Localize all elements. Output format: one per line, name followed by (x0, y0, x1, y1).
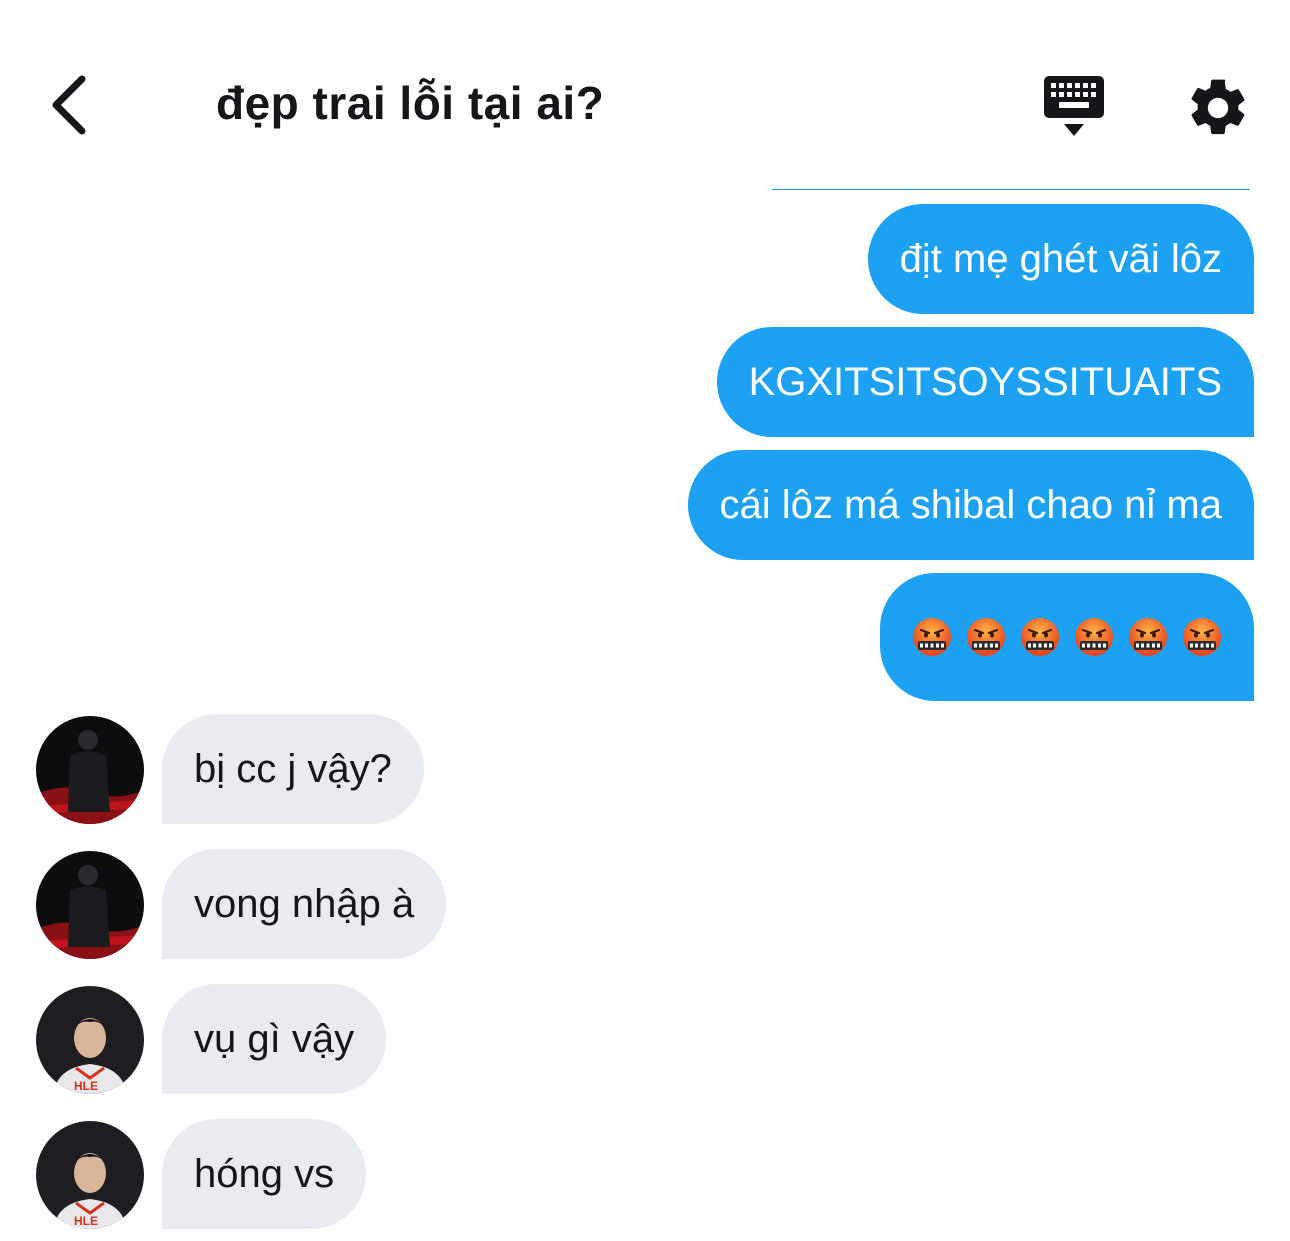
outgoing-message[interactable]: KGXITSITSOYSSITUAITS (716, 327, 1254, 437)
incoming-message[interactable]: bị cc j vậy? (162, 714, 424, 824)
face-with-symbols-on-mouth-icon (1021, 618, 1059, 656)
chat-header: đẹp trai lỗi tại ai? (0, 0, 1290, 190)
incoming-message[interactable]: vụ gì vậy (162, 984, 387, 1094)
keyboard-toggle-button[interactable] (1038, 72, 1110, 144)
message-text: bị cc j vậy? (194, 746, 392, 791)
face-with-symbols-on-mouth-icon (967, 618, 1005, 656)
message-text: vụ gì vậy (194, 1016, 355, 1061)
sender-avatar[interactable]: HLE (36, 986, 144, 1094)
keyboard-icon (1044, 76, 1104, 136)
sender-avatar[interactable] (36, 851, 144, 959)
gear-icon (1191, 79, 1245, 135)
outgoing-message[interactable]: cái lôz má shibal chao nỉ ma (687, 450, 1254, 560)
outgoing-message[interactable]: địt mẹ ghét vãi lôz (867, 204, 1254, 314)
message-text: hóng vs (194, 1151, 335, 1196)
message-text: vong nhập à (194, 881, 415, 926)
read-divider (772, 189, 1250, 190)
chevron-left-icon (52, 75, 86, 135)
settings-button[interactable] (1184, 74, 1252, 142)
incoming-message[interactable]: vong nhập à (162, 849, 447, 959)
outgoing-emoji-message[interactable] (880, 573, 1254, 701)
face-with-symbols-on-mouth-icon (1183, 618, 1221, 656)
face-with-symbols-on-mouth-icon (1129, 618, 1167, 656)
incoming-message[interactable]: hóng vs (162, 1119, 367, 1229)
conversation-title: đẹp trai lỗi tại ai? (216, 77, 605, 129)
message-text: cái lôz má shibal chao nỉ ma (719, 482, 1222, 527)
face-with-symbols-on-mouth-icon (1075, 618, 1113, 656)
sender-avatar[interactable] (36, 716, 144, 824)
svg-text:HLE: HLE (74, 1079, 98, 1093)
emoji-row (912, 617, 1222, 657)
face-with-symbols-on-mouth-icon (913, 618, 951, 656)
message-text: KGXITSITSOYSSITUAITS (748, 359, 1222, 404)
sender-avatar[interactable]: HLE (36, 1121, 144, 1229)
back-button[interactable] (30, 60, 110, 150)
message-text: địt mẹ ghét vãi lôz (899, 236, 1222, 281)
svg-text:HLE: HLE (74, 1214, 98, 1228)
